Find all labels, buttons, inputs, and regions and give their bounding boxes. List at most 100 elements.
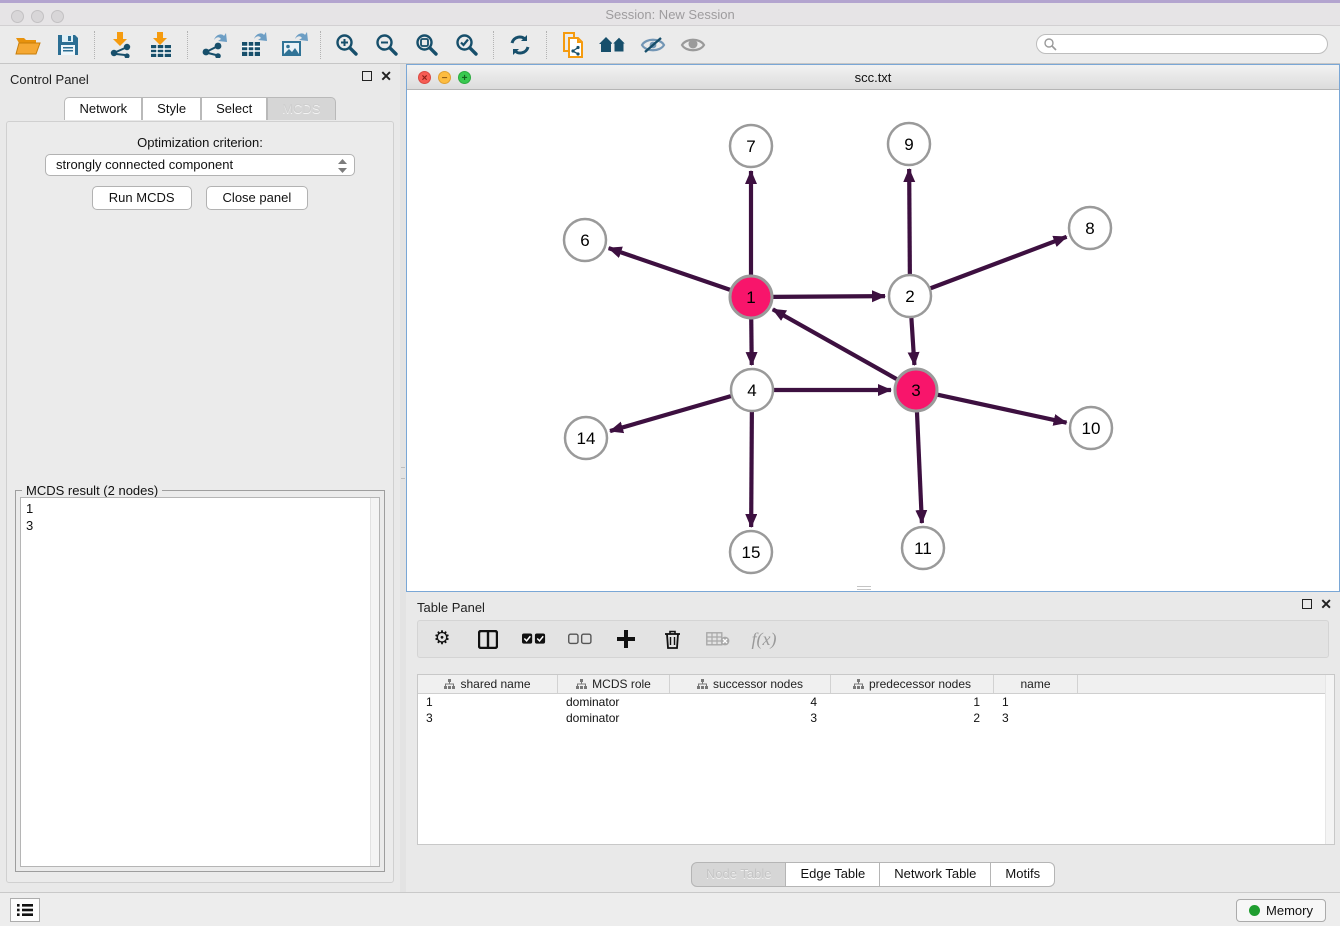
hierarchy-icon <box>444 679 455 690</box>
table-tab-network-table[interactable]: Network Table <box>880 862 991 887</box>
import-network-icon[interactable] <box>104 29 138 61</box>
export-image-icon[interactable] <box>277 29 311 61</box>
zoom-in-icon[interactable] <box>330 29 364 61</box>
network-window-title: scc.txt <box>407 70 1339 85</box>
table-panel-title: Table Panel <box>417 600 485 615</box>
toolbar-separator <box>546 31 547 59</box>
table-cell[interactable]: 3 <box>418 710 558 726</box>
main-toolbar <box>0 26 1340 64</box>
table-cell[interactable]: 2 <box>831 710 994 726</box>
table-float-icon[interactable] <box>1302 599 1312 609</box>
close-panel-button[interactable]: Close panel <box>206 186 309 210</box>
export-table-icon[interactable] <box>237 29 271 61</box>
table-cell[interactable]: 3 <box>670 710 831 726</box>
delete-column-icon[interactable] <box>660 627 684 651</box>
application-window: Session: New Session <box>0 0 1340 926</box>
table-cell[interactable]: dominator <box>558 710 670 726</box>
optimization-select[interactable]: strongly connected component <box>45 154 355 176</box>
zoom-selected-icon[interactable] <box>450 29 484 61</box>
float-panel-icon[interactable] <box>362 71 372 81</box>
table-body: 1dominator4113dominator323 <box>418 694 1334 726</box>
edge-1-6[interactable] <box>609 248 731 290</box>
search-input[interactable] <box>1036 34 1328 54</box>
control-panel-title: Control Panel <box>10 72 89 87</box>
node-table: shared name MCDS role successor nodes prede… <box>417 674 1335 845</box>
control-tab-select[interactable]: Select <box>201 97 267 120</box>
table-cell[interactable]: 1 <box>418 694 558 710</box>
zoom-fit-icon[interactable] <box>410 29 444 61</box>
control-tab-style[interactable]: Style <box>142 97 201 120</box>
select-all-columns-icon[interactable] <box>522 627 546 651</box>
table-cell[interactable]: 1 <box>831 694 994 710</box>
toolbar-search <box>1036 34 1328 54</box>
refresh-view-icon[interactable] <box>503 29 537 61</box>
control-tab-network[interactable]: Network <box>64 97 142 120</box>
column-header-label: MCDS role <box>592 677 651 691</box>
status-bar: Memory <box>0 892 1340 926</box>
control-tab-mcds[interactable]: MCDS <box>267 97 335 120</box>
close-panel-icon[interactable]: ✕ <box>380 71 392 81</box>
column-header-name[interactable]: name <box>994 675 1078 693</box>
graph-node-label-10: 10 <box>1082 419 1101 438</box>
hierarchy-icon <box>697 679 708 690</box>
column-header-predecessor-nodes[interactable]: predecessor nodes <box>831 675 994 693</box>
hide-selected-icon[interactable] <box>636 29 670 61</box>
edge-2-8[interactable] <box>931 237 1067 288</box>
memory-button[interactable]: Memory <box>1236 899 1326 922</box>
window-title: Session: New Session <box>0 7 1340 22</box>
graph-node-label-14: 14 <box>577 429 596 448</box>
edge-3-10[interactable] <box>937 395 1066 423</box>
network-bottom-grip[interactable] <box>857 586 871 590</box>
import-table-icon[interactable] <box>144 29 178 61</box>
delete-table-icon[interactable] <box>706 627 730 651</box>
mcds-result-list[interactable]: 1 3 <box>20 497 380 867</box>
toolbar-separator <box>493 31 494 59</box>
column-header-label: name <box>1020 677 1050 691</box>
edge-4-14[interactable] <box>610 396 731 431</box>
home-layout-icon[interactable] <box>596 29 630 61</box>
function-builder-icon[interactable]: f(x) <box>752 627 776 651</box>
show-all-icon[interactable] <box>676 29 710 61</box>
table-scrollbar[interactable] <box>1325 675 1334 844</box>
deselect-all-columns-icon[interactable] <box>568 627 592 651</box>
export-network-icon[interactable] <box>197 29 231 61</box>
table-close-icon[interactable]: ✕ <box>1320 599 1332 609</box>
run-mcds-button[interactable]: Run MCDS <box>92 186 192 210</box>
table-tab-edge-table[interactable]: Edge Table <box>786 862 880 887</box>
list-icon <box>17 903 33 917</box>
edge-1-2[interactable] <box>773 296 885 297</box>
table-row: 3dominator323 <box>418 710 1334 726</box>
show-column-icon[interactable] <box>476 627 500 651</box>
graph-node-label-8: 8 <box>1085 219 1094 238</box>
table-cell[interactable]: 3 <box>994 710 1078 726</box>
table-cell[interactable]: dominator <box>558 694 670 710</box>
network-graph-canvas[interactable]: 7968124314101511 <box>407 90 1339 591</box>
zoom-out-icon[interactable] <box>370 29 404 61</box>
column-header-shared-name[interactable]: shared name <box>418 675 558 693</box>
table-panel: Table Panel ✕ ⚙ f(x) <box>406 592 1340 892</box>
table-tab-motifs[interactable]: Motifs <box>991 862 1055 887</box>
column-header-label: shared name <box>460 677 530 691</box>
open-session-icon[interactable] <box>11 29 45 61</box>
result-scrollbar[interactable] <box>370 498 379 866</box>
table-header-row: shared name MCDS role successor nodes prede… <box>418 675 1334 694</box>
edge-4-15[interactable] <box>751 412 752 527</box>
save-session-icon[interactable] <box>51 29 85 61</box>
create-column-icon[interactable] <box>614 627 638 651</box>
column-header-MCDS-role[interactable]: MCDS role <box>558 675 670 693</box>
clone-network-icon[interactable] <box>556 29 590 61</box>
column-header-label: predecessor nodes <box>869 677 971 691</box>
table-settings-gear-icon[interactable]: ⚙ <box>430 627 454 651</box>
task-history-button[interactable] <box>10 898 40 922</box>
splitter-grip[interactable] <box>401 467 405 479</box>
edge-2-9[interactable] <box>909 169 910 274</box>
edge-3-11[interactable] <box>917 412 922 523</box>
table-cell[interactable]: 1 <box>994 694 1078 710</box>
column-header-successor-nodes[interactable]: successor nodes <box>670 675 831 693</box>
table-cell[interactable]: 4 <box>670 694 831 710</box>
table-toolbar: ⚙ f(x) <box>417 620 1329 658</box>
table-tab-node-table[interactable]: Node Table <box>691 862 787 887</box>
edge-2-3[interactable] <box>911 318 914 365</box>
graph-node-label-6: 6 <box>580 231 589 250</box>
edge-3-1[interactable] <box>773 309 897 379</box>
